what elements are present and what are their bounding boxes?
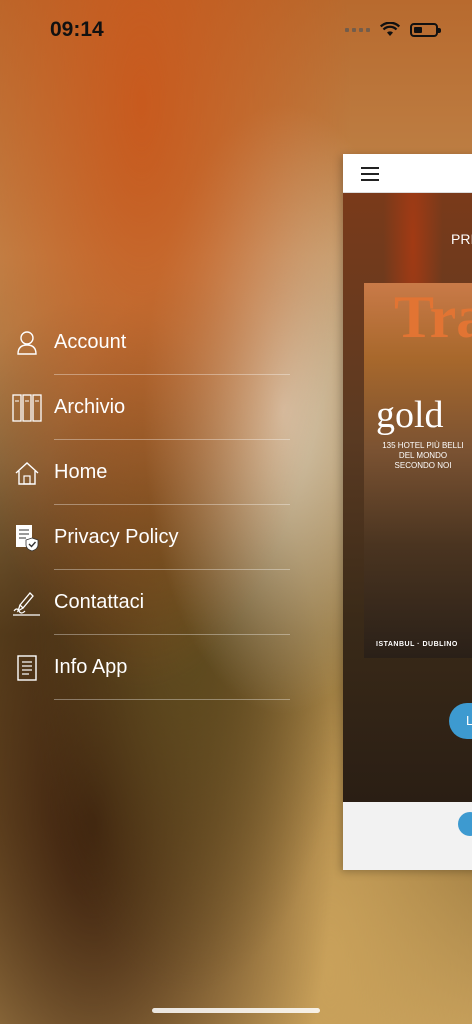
- divider: [54, 699, 290, 700]
- footer-tab-icon[interactable]: [458, 812, 472, 836]
- menu-item-label: Account: [54, 331, 127, 353]
- menu-item-account[interactable]: Account: [0, 310, 300, 375]
- side-menu: Account Archivio Home Privacy Policy Con…: [0, 310, 300, 700]
- cover-title: Tra: [394, 284, 472, 350]
- archive-icon: [12, 393, 42, 423]
- wifi-icon: [380, 22, 400, 36]
- menu-item-info-app[interactable]: Info App: [0, 635, 300, 700]
- privacy-document-icon: [12, 523, 42, 553]
- main-screen-preview[interactable]: PRI Tra gold 135 HOTEL PIÙ BELLI DEL MON…: [343, 154, 472, 870]
- menu-item-label: Home: [54, 461, 108, 483]
- signal-icon: [345, 27, 370, 32]
- home-indicator[interactable]: [152, 1008, 320, 1013]
- preview-section-label: PRI: [451, 231, 472, 247]
- menu-item-archivio[interactable]: Archivio: [0, 375, 300, 440]
- preview-footer: [343, 802, 472, 870]
- menu-item-label: Archivio: [54, 396, 126, 418]
- menu-item-privacy-policy[interactable]: Privacy Policy: [0, 505, 300, 570]
- status-bar: 09:14: [0, 0, 472, 64]
- battery-icon: [410, 22, 441, 37]
- status-icons: [345, 22, 441, 37]
- preview-content: PRI Tra gold 135 HOTEL PIÙ BELLI DEL MON…: [343, 193, 472, 803]
- read-button-label: L: [466, 713, 472, 728]
- menu-item-label: Privacy Policy: [54, 526, 179, 548]
- magazine-cover[interactable]: Tra gold 135 HOTEL PIÙ BELLI DEL MONDO S…: [364, 283, 472, 658]
- cover-gold: gold: [376, 394, 444, 436]
- hamburger-menu-icon[interactable]: [361, 167, 379, 185]
- menu-item-contattaci[interactable]: Contattaci: [0, 570, 300, 635]
- status-time: 09:14: [50, 18, 104, 41]
- home-icon: [12, 458, 42, 488]
- menu-item-label: Contattaci: [54, 591, 145, 613]
- preview-header: [343, 154, 472, 193]
- menu-item-label: Info App: [54, 656, 128, 678]
- cover-subtitle: 135 HOTEL PIÙ BELLI DEL MONDO SECONDO NO…: [382, 441, 464, 470]
- read-button[interactable]: L: [449, 703, 472, 739]
- info-document-icon: [12, 653, 42, 683]
- person-icon: [12, 328, 42, 358]
- cover-bottom-text: ISTANBUL · DUBLINO: [376, 641, 458, 648]
- signature-icon: [12, 588, 42, 618]
- menu-item-home[interactable]: Home: [0, 440, 300, 505]
